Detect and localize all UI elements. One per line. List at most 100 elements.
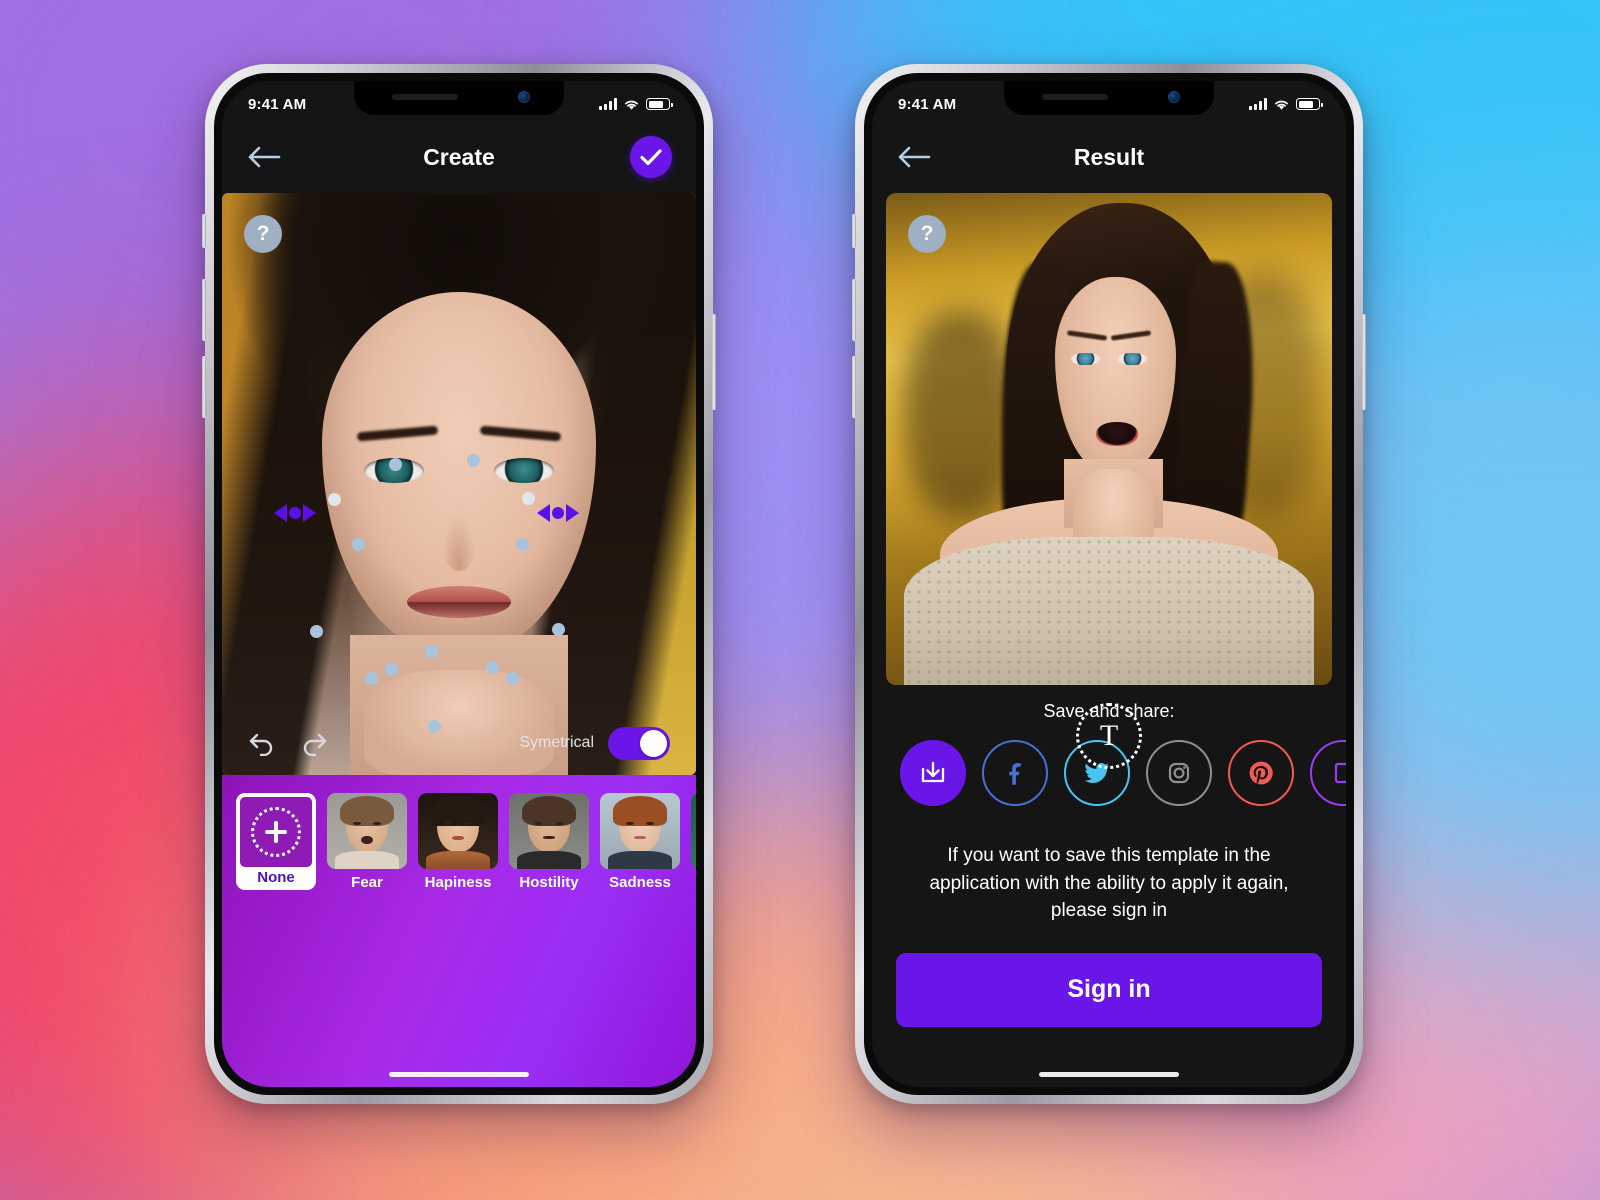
power-button[interactable]: [1362, 314, 1366, 410]
battery-icon: [646, 98, 673, 110]
landmark-dot[interactable]: [552, 623, 565, 636]
emotion-thumb-photo: [327, 793, 407, 869]
redo-arrow-icon[interactable]: [298, 730, 328, 756]
phone-mockup-left: 9:41 AM Create ? Symetrical None Fear Ha…: [202, 64, 716, 1104]
landmark-dot[interactable]: [467, 454, 480, 467]
emotion-label: None: [257, 869, 295, 886]
control-dot[interactable]: [289, 507, 301, 519]
wifi-icon: [625, 100, 638, 110]
battery-icon: [1296, 98, 1323, 110]
confirm-button[interactable]: [630, 136, 672, 178]
emotion-label: Sadness: [609, 874, 671, 891]
mute-switch[interactable]: [202, 214, 206, 248]
left-eye-adjust-control[interactable]: [274, 504, 316, 522]
emotion-thumb-photo: [509, 793, 589, 869]
arrow-left-icon[interactable]: [537, 504, 550, 522]
emotion-label: Hapiness: [424, 874, 492, 891]
arrow-right-icon[interactable]: [303, 504, 316, 522]
plus-circle-icon: [251, 807, 301, 857]
volume-up-button[interactable]: [202, 279, 206, 341]
result-image[interactable]: ?: [886, 193, 1332, 685]
arrow-left-icon[interactable]: [274, 504, 287, 522]
emotion-item-next[interactable]: S: [691, 793, 696, 891]
result-portrait-photo: [886, 193, 1332, 685]
screen-left: 9:41 AM Create ? Symetrical None Fear Ha…: [222, 81, 696, 1087]
home-indicator[interactable]: [389, 1072, 529, 1077]
emotion-thumb-photo: [691, 793, 696, 869]
edit-toolbar: Symetrical: [222, 711, 696, 775]
text-tool-icon[interactable]: T: [1076, 703, 1142, 769]
home-indicator[interactable]: [1039, 1072, 1179, 1077]
landmark-dot[interactable]: [389, 458, 402, 471]
emotion-list[interactable]: None Fear Hapiness Hostility Sadness: [222, 793, 696, 891]
notch: [354, 81, 564, 115]
edit-canvas[interactable]: ? Symetrical: [222, 193, 696, 775]
more-share-button[interactable]: [1310, 740, 1346, 806]
landmark-dot[interactable]: [516, 538, 529, 551]
phone-mockup-right: 9:41 AM Result ? T Save and share: If yo…: [852, 64, 1366, 1104]
cellular-bars-icon: [1249, 98, 1267, 110]
pinterest-button[interactable]: [1228, 740, 1294, 806]
status-time: 9:41 AM: [248, 95, 307, 113]
wifi-icon: [1275, 100, 1288, 110]
landmark-dot[interactable]: [328, 493, 341, 506]
help-button[interactable]: ?: [244, 215, 282, 253]
download-button[interactable]: [900, 740, 966, 806]
landmark-dot[interactable]: [522, 492, 535, 505]
landmark-dot[interactable]: [385, 663, 398, 676]
back-arrow-icon[interactable]: [896, 144, 932, 170]
front-camera: [518, 91, 530, 103]
landmark-dot[interactable]: [506, 672, 519, 685]
add-template-thumb: [240, 797, 312, 867]
emotion-label: Hostility: [519, 874, 579, 891]
checkmark-icon: [640, 149, 662, 166]
landmark-dot[interactable]: [486, 661, 499, 674]
status-time: 9:41 AM: [898, 95, 957, 113]
emotion-item-hostility[interactable]: Hostility: [509, 793, 589, 891]
control-dot[interactable]: [552, 507, 564, 519]
earpiece-speaker: [1042, 94, 1108, 100]
volume-down-button[interactable]: [202, 356, 206, 418]
front-camera: [1168, 91, 1180, 103]
emotion-tray: None Fear Hapiness Hostility Sadness: [222, 775, 696, 1087]
app-header-left: Create: [222, 121, 696, 193]
instagram-button[interactable]: [1146, 740, 1212, 806]
emotion-item-fear[interactable]: Fear: [327, 793, 407, 891]
emotion-item-none[interactable]: None: [236, 793, 316, 890]
pinterest-icon: [1249, 761, 1273, 785]
help-button[interactable]: ?: [908, 215, 946, 253]
cellular-bars-icon: [599, 98, 617, 110]
emotion-item-hapiness[interactable]: Hapiness: [418, 793, 498, 891]
app-header-right: Result: [872, 121, 1346, 193]
notch: [1004, 81, 1214, 115]
emotion-label: S: [691, 874, 696, 891]
header-spacer: [1280, 136, 1322, 178]
volume-down-button[interactable]: [852, 356, 856, 418]
landmark-dot[interactable]: [365, 672, 378, 685]
download-icon: [921, 761, 945, 783]
landmark-dot[interactable]: [425, 645, 438, 658]
emotion-label: Fear: [351, 874, 383, 891]
arrow-right-icon[interactable]: [566, 504, 579, 522]
right-eye-adjust-control[interactable]: [537, 504, 579, 522]
signin-note: If you want to save this template in the…: [929, 845, 1289, 922]
power-button[interactable]: [712, 314, 716, 410]
page-title: Create: [423, 143, 495, 170]
screen-right: 9:41 AM Result ? T Save and share: If yo…: [872, 81, 1346, 1087]
symmetrical-label: Symetrical: [519, 734, 594, 751]
landmark-dot[interactable]: [310, 625, 323, 638]
emotion-thumb-photo: [600, 793, 680, 869]
more-share-icon: [1334, 762, 1346, 784]
undo-arrow-icon[interactable]: [248, 730, 278, 756]
emotion-thumb-photo: [418, 793, 498, 869]
facebook-icon: [1009, 763, 1021, 785]
earpiece-speaker: [392, 94, 458, 100]
volume-up-button[interactable]: [852, 279, 856, 341]
emotion-item-sadness[interactable]: Sadness: [600, 793, 680, 891]
mute-switch[interactable]: [852, 214, 856, 248]
facebook-button[interactable]: [982, 740, 1048, 806]
back-arrow-icon[interactable]: [246, 144, 282, 170]
landmark-dot[interactable]: [352, 538, 365, 551]
symmetrical-toggle[interactable]: [608, 726, 670, 760]
sign-in-button[interactable]: Sign in: [896, 952, 1322, 1027]
